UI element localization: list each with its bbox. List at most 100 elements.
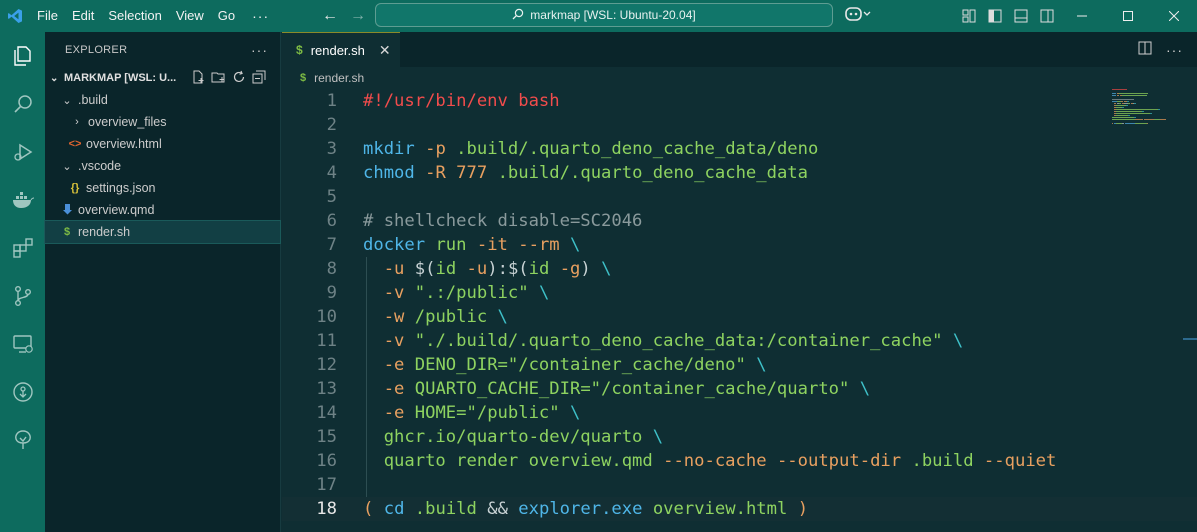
menu-file[interactable]: File (30, 0, 65, 32)
minimap[interactable] (1112, 89, 1192, 139)
quarto-icon (59, 203, 75, 218)
code-line[interactable]: 6 # shellcheck disable=SC2046 (282, 209, 1197, 233)
code-line[interactable]: 4 chmod -R 777 .build/.quarto_deno_cache_… (282, 161, 1197, 185)
shell-icon: $ (63, 226, 71, 238)
code-text: # shellcheck disable=SC2046 (363, 211, 643, 231)
code-line[interactable]: 17 (282, 473, 1197, 497)
code-editor[interactable]: 1 #!/usr/bin/env bash 2 3 mkdir -p .build/.q… (282, 89, 1197, 532)
toggle-secondary-sidebar-icon[interactable] (1034, 9, 1060, 23)
menu-edit[interactable]: Edit (65, 0, 101, 32)
extensions-icon[interactable] (0, 226, 45, 270)
chevron-down-icon: ⌄ (62, 94, 72, 107)
remote-explorer-icon[interactable] (0, 322, 45, 366)
menu-selection[interactable]: Selection (101, 0, 168, 32)
menu-more-icon[interactable]: ··· (242, 0, 279, 32)
close-tab-icon[interactable]: ✕ (379, 42, 391, 59)
minimap-token (1114, 103, 1116, 104)
tree-view-icon[interactable] (0, 418, 45, 462)
code-line[interactable]: 8 -u $(id -u):$(id -g) \ (282, 257, 1197, 281)
collapse-all-icon[interactable] (252, 70, 266, 87)
code-text: docker run -it --rm \ (363, 235, 581, 255)
search-view-icon[interactable] (0, 82, 45, 126)
breadcrumb: $ render.sh (282, 67, 1197, 89)
command-center[interactable]: markmap [WSL: Ubuntu-20.04] (375, 3, 833, 27)
tab-render-sh[interactable]: $ render.sh ✕ (282, 32, 400, 67)
line-number: 2 (326, 115, 337, 135)
chevron-down-icon: ⌄ (62, 160, 72, 173)
tree-item-label: render.sh (78, 225, 131, 239)
minimap-token (1119, 93, 1148, 94)
tree-folder-build[interactable]: ⌄ .build (45, 89, 280, 111)
new-folder-icon[interactable] (211, 70, 226, 87)
minimap-token (1116, 111, 1142, 112)
html-icon: <> (68, 138, 82, 150)
toggle-primary-sidebar-icon[interactable] (982, 9, 1008, 23)
tree-item-label: overview_files (88, 115, 167, 129)
code-line[interactable]: 7 docker run -it --rm \ (282, 233, 1197, 257)
minimap-token (1119, 103, 1121, 104)
code-line[interactable]: 9 -v ".:/public" \ (282, 281, 1197, 305)
github-actions-icon[interactable] (0, 370, 45, 414)
source-control-icon[interactable] (0, 274, 45, 318)
code-line[interactable]: 16 quarto render overview.qmd --no-cache… (282, 449, 1197, 473)
line-number: 10 (316, 307, 337, 327)
title-bar: File Edit Selection View Go ··· ← → mark… (0, 0, 1197, 32)
explorer-icon[interactable] (0, 34, 45, 78)
code-line[interactable]: 10 -w /public \ (282, 305, 1197, 329)
menu-view[interactable]: View (169, 0, 211, 32)
minimap-token (1112, 119, 1135, 120)
minimap-token (1128, 115, 1130, 116)
code-line[interactable]: 11 -v "./.build/.quarto_deno_cache_data:… (282, 329, 1197, 353)
minimap-token (1122, 95, 1147, 96)
code-line[interactable]: 2 (282, 113, 1197, 137)
code-line[interactable]: 1 #!/usr/bin/env bash (282, 89, 1197, 113)
docker-icon[interactable] (0, 178, 45, 222)
tree-item-label: .vscode (78, 159, 122, 173)
tree-item-label: overview.qmd (78, 203, 155, 217)
code-line[interactable]: 15 ghcr.io/quarto-dev/quarto \ (282, 425, 1197, 449)
tree-file-overview-qmd[interactable]: overview.qmd (45, 199, 280, 221)
customize-layout-icon[interactable] (956, 9, 982, 23)
minimap-token (1158, 109, 1160, 110)
code-line[interactable]: 3 mkdir -p .build/.quarto_deno_cache_data… (282, 137, 1197, 161)
forward-arrow-icon[interactable]: → (344, 7, 372, 25)
code-line[interactable]: 5 (282, 185, 1197, 209)
breadcrumb-file[interactable]: render.sh (314, 71, 364, 85)
code-line[interactable]: 18 ( cd .build && explorer.exe overview.h… (282, 497, 1197, 521)
tree-item-label: .build (78, 93, 108, 107)
maximize-icon[interactable] (1105, 0, 1151, 32)
minimap-token (1134, 103, 1136, 104)
explorer-title: EXPLORER (65, 43, 128, 56)
file-tree: ⌄ .build › overview_files <> overview.ht… (44, 89, 281, 244)
tree-file-render-sh[interactable]: $ render.sh (44, 220, 281, 244)
minimize-icon[interactable] (1059, 0, 1105, 32)
split-editor-icon[interactable] (1138, 41, 1152, 58)
menu-go[interactable]: Go (211, 0, 242, 32)
tree-folder-vscode[interactable]: ⌄ .vscode (45, 155, 280, 177)
code-text: -w /public \ (383, 307, 508, 327)
code-text: mkdir -p .build/.quarto_deno_cache_data/… (363, 139, 819, 159)
refresh-icon[interactable] (232, 70, 246, 87)
code-line[interactable]: 12 -e DENO_DIR="/container_cache/deno" \ (282, 353, 1197, 377)
toggle-panel-icon[interactable] (1008, 9, 1034, 23)
shell-icon: $ (296, 43, 303, 57)
tree-folder-overview-files[interactable]: › overview_files (45, 111, 280, 133)
back-arrow-icon[interactable]: ← (316, 7, 344, 25)
code-line[interactable]: 14 -e HOME="/public" \ (282, 401, 1197, 425)
editor-actions: ··· (1138, 32, 1183, 67)
code-text: quarto render overview.qmd --no-cache --… (363, 451, 1057, 471)
editor-area: $ render.sh ✕ ··· $ render.sh 1 #!/usr/bi… (282, 32, 1197, 532)
code-line[interactable]: 13 -e QUARTO_CACHE_DIR="/container_cache… (282, 377, 1197, 401)
run-debug-icon[interactable] (0, 130, 45, 174)
new-file-icon[interactable] (191, 70, 205, 87)
close-icon[interactable] (1151, 0, 1197, 32)
tree-file-settings-json[interactable]: {} settings.json (45, 177, 280, 199)
line-number: 5 (326, 187, 337, 207)
minimap-token (1116, 109, 1158, 110)
copilot-icon[interactable] (845, 5, 871, 26)
editor-more-icon[interactable]: ··· (1166, 42, 1183, 58)
workspace-folder-header[interactable]: ⌄ MARKMAP [WSL: U... (45, 67, 280, 89)
explorer-more-icon[interactable]: ··· (251, 42, 268, 58)
line-number: 17 (316, 475, 337, 495)
tree-file-overview-html[interactable]: <> overview.html (45, 133, 280, 155)
